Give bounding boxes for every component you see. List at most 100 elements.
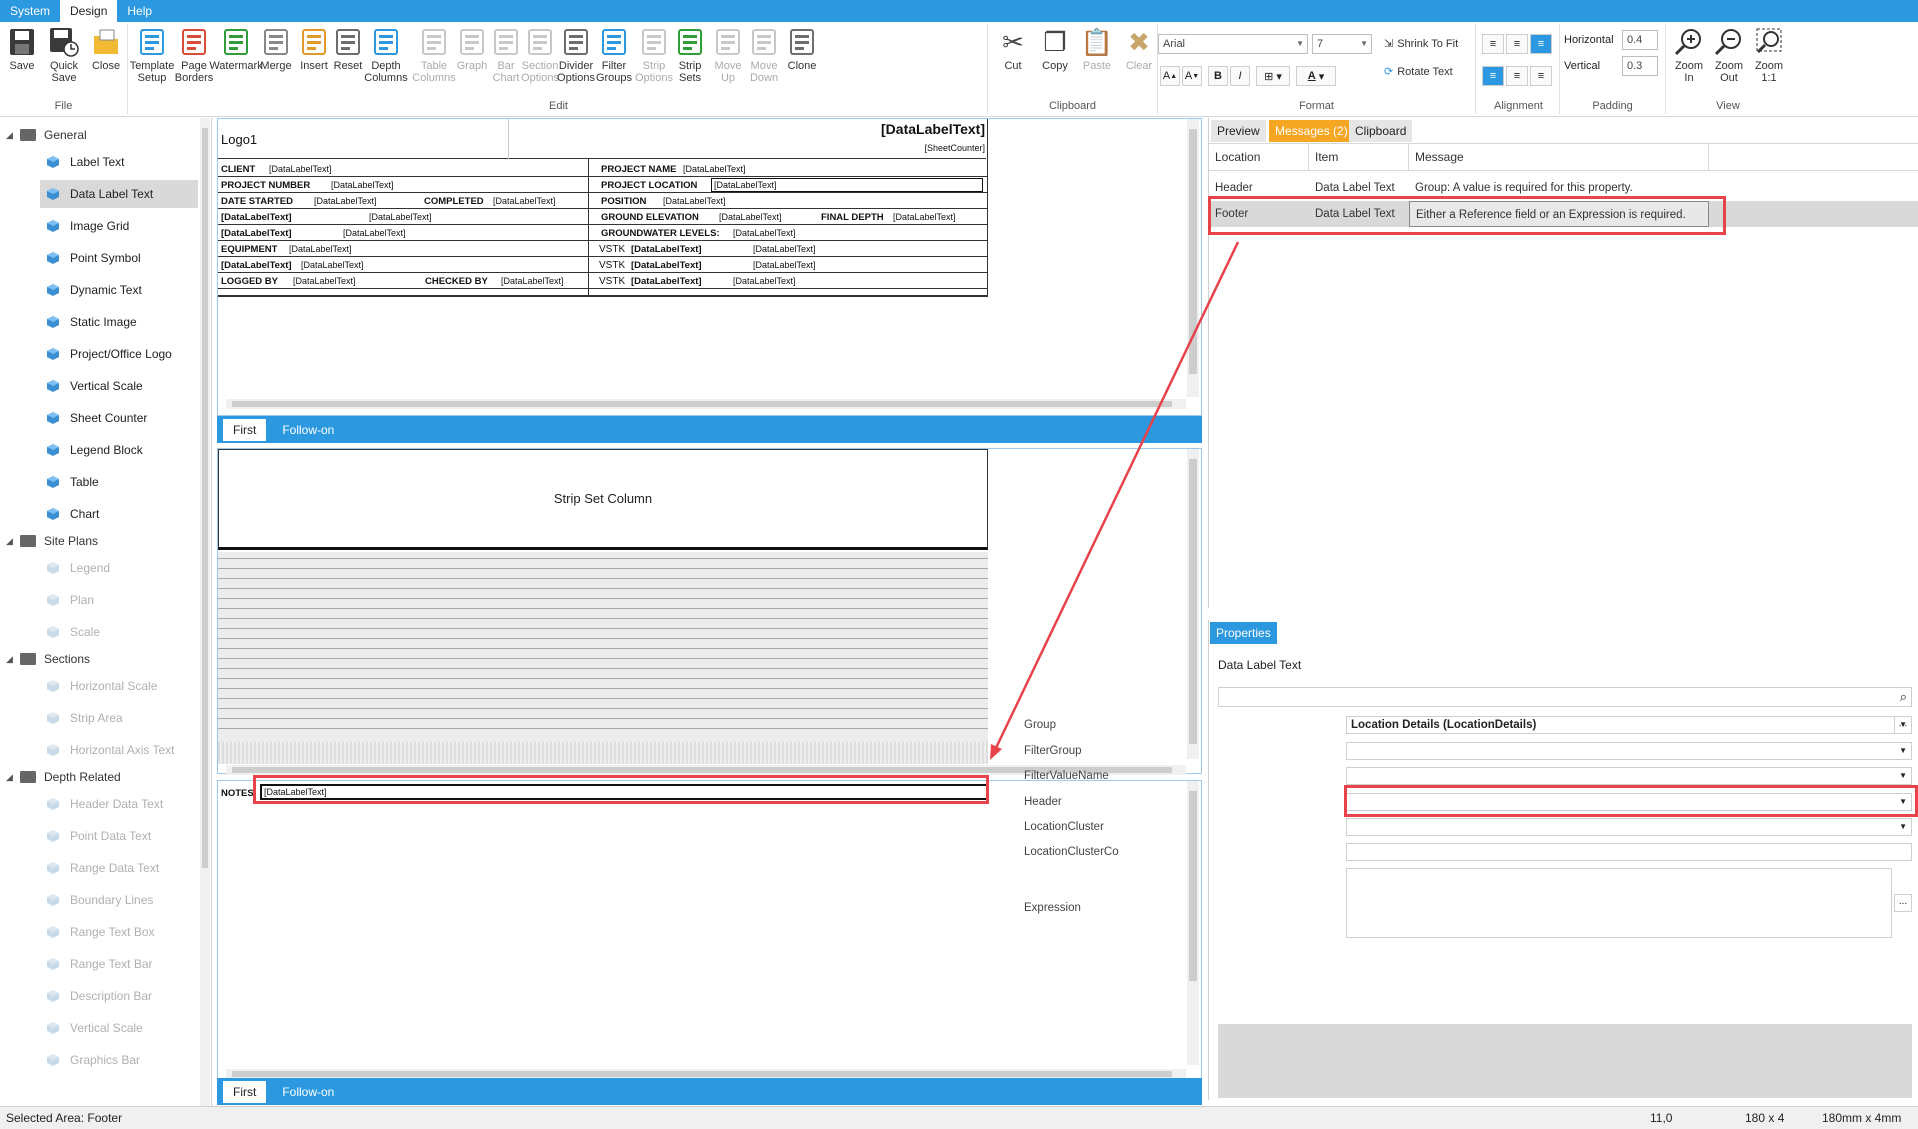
tree-item-range-text-bar[interactable]: Range Text Bar — [40, 950, 198, 978]
menu-tab-help[interactable]: Help — [117, 0, 162, 22]
tab-properties[interactable]: Properties — [1210, 622, 1277, 644]
data-label-text-field[interactable]: [DataLabelText] — [631, 244, 702, 255]
bold-button[interactable]: B — [1208, 66, 1228, 86]
footer-vscroll-thumb[interactable] — [1189, 791, 1197, 981]
header-hscroll-thumb[interactable] — [232, 401, 1172, 407]
watermark-button[interactable]: Watermark — [209, 26, 263, 72]
tab-messages[interactable]: Messages (2) — [1269, 120, 1354, 142]
data-label-text-field[interactable]: [DataLabelText] — [893, 212, 956, 222]
tree-item-vertical-scale[interactable]: Vertical Scale — [40, 372, 198, 400]
chevron-down-icon[interactable]: ▼ — [1899, 768, 1907, 784]
data-label-text-field[interactable]: [DataLabelText] — [733, 228, 796, 238]
tree-scrollbar-thumb[interactable] — [202, 128, 208, 868]
footer-hscroll-thumb[interactable] — [232, 1071, 1172, 1077]
data-label-text-field[interactable]: [DataLabelText] — [663, 196, 726, 206]
property-ellipsis-button[interactable]: ... — [1894, 716, 1912, 734]
tab-first[interactable]: First — [223, 418, 267, 441]
data-label-text-field[interactable]: [DataLabelText] — [221, 260, 292, 271]
expand-triangle-icon[interactable]: ◢ — [6, 772, 16, 783]
tree-item-project-office-logo[interactable]: Project/Office Logo — [40, 340, 198, 368]
sheet-counter-field[interactable]: [SheetCounter] — [924, 143, 985, 153]
tree-item-header-data-text[interactable]: Header Data Text — [40, 790, 198, 818]
menu-tab-system[interactable]: System — [0, 0, 60, 22]
data-label-text-field[interactable]: [DataLabelText] — [631, 260, 702, 271]
tab-follow-on[interactable]: Follow-on — [272, 1081, 344, 1103]
grow-font-button[interactable]: A ▲ — [1160, 66, 1180, 86]
chevron-down-icon[interactable]: ▼ — [1899, 794, 1907, 810]
data-label-text-field[interactable]: [DataLabelText] — [711, 178, 983, 192]
tree-item-horizontal-axis-text[interactable]: Horizontal Axis Text — [40, 736, 198, 764]
align-top-right-button[interactable]: ≡ — [1530, 34, 1552, 54]
property-ellipsis-button[interactable]: ... — [1894, 894, 1912, 912]
cut-button[interactable]: ✂ Cut — [994, 26, 1032, 72]
depth-columns-button[interactable]: Depth Columns — [364, 26, 408, 84]
padding-vertical-input[interactable]: 0.3 — [1622, 56, 1658, 76]
search-icon[interactable]: ⌕ — [1900, 689, 1907, 705]
tree-item-data-label-text[interactable]: Data Label Text — [40, 180, 198, 208]
data-label-text-field[interactable]: [DataLabelText] — [314, 196, 377, 206]
tree-item-point-data-text[interactable]: Point Data Text — [40, 822, 198, 850]
tree-item-range-data-text[interactable]: Range Data Text — [40, 854, 198, 882]
data-label-text-field[interactable]: [DataLabelText] — [753, 260, 816, 270]
template-setup-button[interactable]: Template Setup — [130, 26, 174, 84]
column-header-location[interactable]: Location — [1209, 143, 1309, 171]
data-label-text-field[interactable]: [DataLabelText] — [269, 164, 332, 174]
tree-item-legend[interactable]: Legend — [40, 554, 198, 582]
logo-placeholder[interactable]: Logo1 — [221, 132, 257, 147]
strip-sets-button[interactable]: Strip Sets — [670, 26, 710, 84]
shrink-to-fit-button[interactable]: ⇲ Shrink To Fit — [1384, 38, 1458, 50]
expand-triangle-icon[interactable]: ◢ — [6, 536, 16, 547]
header-vscrollbar[interactable] — [1187, 119, 1199, 397]
close-button[interactable]: Close — [88, 26, 124, 72]
data-label-text-field[interactable]: [DataLabelText] — [733, 276, 796, 286]
section-options-button[interactable]: Section Options — [520, 26, 560, 84]
tree-item-image-grid[interactable]: Image Grid — [40, 212, 198, 240]
clone-button[interactable]: Clone — [782, 26, 822, 72]
tab-first[interactable]: First — [223, 1080, 267, 1103]
footer-vscrollbar[interactable] — [1187, 781, 1199, 1065]
copy-button[interactable]: ❐ Copy — [1036, 26, 1074, 72]
clear-button[interactable]: ✖ Clear — [1120, 26, 1158, 72]
italic-button[interactable]: I — [1230, 66, 1250, 86]
column-header-message[interactable]: Message — [1409, 143, 1709, 171]
move-up-button[interactable]: Move Up — [708, 26, 748, 84]
tree-item-static-image[interactable]: Static Image — [40, 308, 198, 336]
tab-clipboard[interactable]: Clipboard — [1349, 120, 1413, 142]
data-label-text-field[interactable]: [DataLabelText] — [289, 244, 352, 254]
properties-search-input[interactable]: ⌕ — [1218, 687, 1912, 707]
divider-options-button[interactable]: Divider Options — [556, 26, 596, 84]
tree-folder-depth-related[interactable]: ◢ Depth Related — [6, 766, 121, 788]
table-columns-button[interactable]: Table Columns — [412, 26, 456, 84]
align-center-button[interactable]: ≡ — [1506, 66, 1528, 86]
borders-button[interactable]: ⊞ ▾ — [1256, 66, 1290, 86]
tree-item-plan[interactable]: Plan — [40, 586, 198, 614]
rotate-text-button[interactable]: ⟳ Rotate Text — [1384, 66, 1453, 78]
property-field-filtergroup[interactable]: ▼ — [1346, 742, 1912, 760]
reset-button[interactable]: Reset — [328, 26, 368, 72]
expand-triangle-icon[interactable]: ◢ — [6, 654, 16, 665]
tree-folder-sections[interactable]: ◢ Sections — [6, 648, 90, 670]
tree-item-dynamic-text[interactable]: Dynamic Text — [40, 276, 198, 304]
property-field-expression[interactable] — [1346, 868, 1892, 938]
tree-item-graphics-bar[interactable]: Graphics Bar — [40, 1046, 198, 1074]
tab-preview[interactable]: Preview — [1211, 120, 1266, 142]
tree-item-sheet-counter[interactable]: Sheet Counter — [40, 404, 198, 432]
property-field-filtervaluename[interactable]: ▼ — [1346, 767, 1912, 785]
data-label-text-field[interactable]: [DataLabelText] — [221, 228, 292, 239]
tree-item-description-bar[interactable]: Description Bar — [40, 982, 198, 1010]
tree-item-legend-block[interactable]: Legend Block — [40, 436, 198, 464]
expand-triangle-icon[interactable]: ◢ — [6, 130, 16, 141]
filter-groups-button[interactable]: Filter Groups — [594, 26, 634, 84]
font-size-select[interactable]: 7 ▼ — [1312, 34, 1372, 54]
property-field-locationclusterco[interactable] — [1346, 843, 1912, 861]
data-label-text-field[interactable]: [DataLabelText] — [369, 212, 432, 222]
chevron-down-icon[interactable]: ▼ — [1899, 819, 1907, 835]
data-label-text-field[interactable]: [DataLabelText] — [221, 212, 292, 223]
property-field-header[interactable]: ▼ — [1346, 793, 1912, 811]
tree-folder-site-plans[interactable]: ◢ Site Plans — [6, 530, 98, 552]
zoom-out-button[interactable]: Zoom Out — [1710, 26, 1748, 84]
message-row-header[interactable]: Header Data Label Text Group: A value is… — [1209, 175, 1918, 201]
tree-item-vertical-scale[interactable]: Vertical Scale — [40, 1014, 198, 1042]
tree-scrollbar[interactable] — [200, 118, 210, 1106]
strip-set-column[interactable]: Strip Set Column — [218, 449, 988, 550]
